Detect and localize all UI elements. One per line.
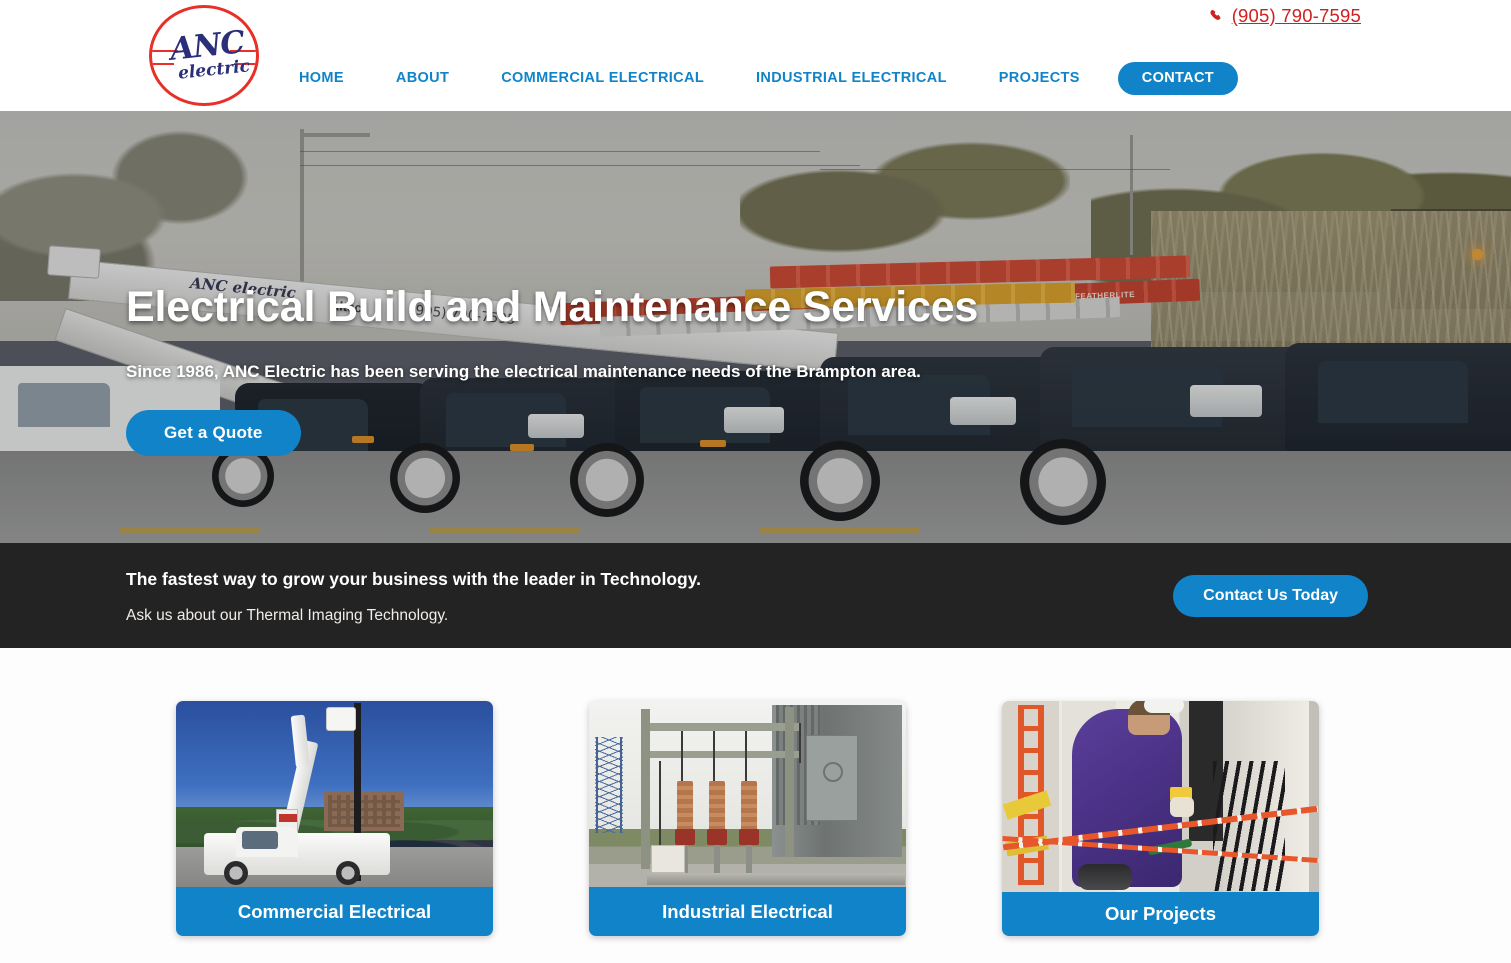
promo-banner-subtitle: Ask us about our Thermal Imaging Technol… (126, 607, 449, 624)
electrician-cap (1144, 701, 1184, 713)
conductor-wire (745, 731, 747, 783)
hero-title: Electrical Build and Maintenance Service… (126, 283, 979, 331)
conductor-wire (799, 723, 801, 763)
electrician-shoe (1078, 864, 1132, 890)
nav-contact-button[interactable]: CONTACT (1117, 61, 1239, 95)
service-card-our-projects[interactable]: Our Projects (1002, 701, 1319, 936)
switch-base (707, 829, 727, 845)
card-label-commercial-electrical[interactable]: Commercial Electrical (176, 887, 493, 936)
card-photo-substation (589, 701, 906, 887)
phone-number-text: (905) 790-7595 (1231, 5, 1361, 26)
conductor-wire (659, 761, 661, 857)
steel-post (785, 707, 794, 857)
nav-item-about[interactable]: ABOUT (370, 58, 475, 98)
service-truck-window (242, 831, 278, 849)
nav-item-projects[interactable]: PROJECTS (973, 58, 1106, 98)
get-a-quote-button[interactable]: Get a Quote (126, 410, 301, 456)
header-phone-link[interactable]: (905) 790-7595 (1210, 5, 1361, 27)
main-navigation: HOME ABOUT COMMERCIAL ELECTRICAL INDUSTR… (0, 58, 1511, 98)
service-card-industrial-electrical[interactable]: Industrial Electrical (589, 701, 906, 936)
truck-wheel (336, 861, 360, 885)
contact-us-today-button[interactable]: Contact Us Today (1173, 575, 1368, 617)
ceramic-insulator (677, 781, 693, 831)
conductor-wire (713, 731, 715, 783)
nav-item-commercial-electrical[interactable]: COMMERCIAL ELECTRICAL (475, 58, 730, 98)
card-photo-bucket-truck (176, 701, 493, 887)
ceramic-insulator (709, 781, 725, 831)
steel-beam (641, 751, 801, 758)
hero-section: ANC electric Altec (905) 790-7595 FEATHE… (0, 111, 1511, 543)
steel-beam (641, 723, 801, 731)
card-photo-electrician (1002, 701, 1319, 892)
control-cabinet (806, 735, 858, 821)
brick-building (324, 791, 404, 831)
electrician-body (1072, 709, 1182, 887)
service-cards-section: Commercial Electrical Industrial Electri… (0, 648, 1511, 963)
conductor-wire (681, 731, 683, 783)
hero-copy: Electrical Build and Maintenance Service… (126, 283, 978, 456)
promo-banner-title: The fastest way to grow your business wi… (126, 569, 702, 589)
card-label-industrial-electrical[interactable]: Industrial Electrical (589, 887, 906, 936)
cable-bundle (1213, 761, 1285, 891)
steel-post (641, 709, 650, 869)
nav-item-home[interactable]: HOME (273, 58, 370, 98)
truck-wheel (224, 861, 248, 885)
card-label-our-projects[interactable]: Our Projects (1002, 892, 1319, 936)
promo-banner: The fastest way to grow your business wi… (0, 543, 1511, 648)
page-root: ANC electric (905) 790-7595 HOME ABOUT C… (0, 0, 1511, 963)
hero-subtitle: Since 1986, ANC Electric has been servin… (126, 362, 921, 381)
service-card-commercial-electrical[interactable]: Commercial Electrical (176, 701, 493, 936)
electrician-glove (1170, 797, 1194, 817)
switch-base (739, 829, 759, 845)
bucket-truck-basket (326, 707, 356, 731)
site-header: ANC electric (905) 790-7595 HOME ABOUT C… (0, 0, 1511, 111)
guard-rail (647, 873, 905, 885)
transmission-tower (595, 737, 623, 833)
switch-base (675, 829, 695, 845)
ceramic-insulator (741, 781, 757, 831)
junction-box (651, 845, 685, 873)
phone-handset-icon (1210, 9, 1225, 24)
nav-item-industrial-electrical[interactable]: INDUSTRIAL ELECTRICAL (730, 58, 973, 98)
